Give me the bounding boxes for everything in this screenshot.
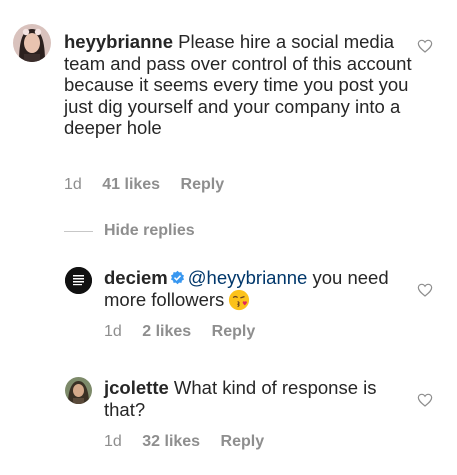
avatar-heyybrianne[interactable]	[13, 24, 51, 62]
reply-jcolette: jcolette What kind of response is that?	[104, 377, 404, 420]
username[interactable]: heyybrianne	[64, 31, 173, 52]
like-heart-icon[interactable]	[417, 282, 433, 298]
avatar-photo	[13, 24, 51, 62]
reply-deciem: deciem @heyybrianne you need more follow…	[104, 267, 409, 311]
reply-button[interactable]: Reply	[221, 433, 265, 451]
avatar-jcolette[interactable]	[65, 377, 92, 404]
like-heart-icon[interactable]	[417, 392, 433, 408]
avatar-photo	[65, 377, 92, 404]
avatar-deciem[interactable]	[65, 267, 92, 294]
reply-meta-jcolette: 1d 32 likes Reply	[104, 433, 280, 451]
reply-time: 1d	[104, 433, 122, 450]
face-blowing-a-kiss-icon	[229, 289, 250, 310]
hide-replies-button[interactable]: Hide replies	[104, 222, 195, 240]
reply-button[interactable]: Reply	[212, 323, 256, 341]
reply-button[interactable]: Reply	[181, 176, 225, 194]
reply-time: 1d	[104, 323, 122, 340]
likes-count[interactable]: 41 likes	[102, 176, 160, 194]
reply-meta-deciem: 1d 2 likes Reply	[104, 323, 271, 341]
username[interactable]: jcolette	[104, 377, 169, 398]
deciem-logo-avatar	[65, 267, 92, 294]
verified-badge-icon	[170, 270, 184, 285]
likes-count[interactable]: 32 likes	[142, 433, 200, 451]
like-heart-icon[interactable]	[417, 38, 433, 54]
replies-divider-line	[64, 231, 93, 232]
comment-meta-heyybrianne: 1d 41 likes Reply	[64, 176, 240, 194]
comment-heyybrianne: heyybrianne Please hire a social media t…	[64, 31, 412, 139]
mention-link[interactable]: @heyybrianne	[188, 267, 308, 288]
comment-time: 1d	[64, 176, 82, 193]
username[interactable]: deciem	[104, 267, 168, 288]
likes-count[interactable]: 2 likes	[142, 323, 191, 341]
